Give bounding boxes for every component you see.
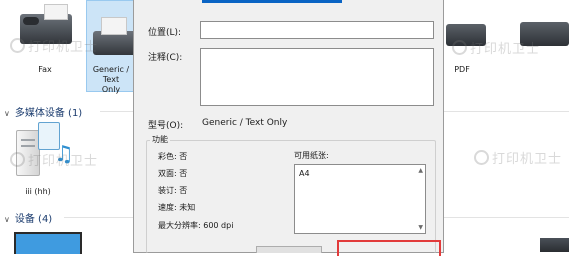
paper-label: 可用纸张:	[294, 151, 329, 160]
location-label: 位置(L):	[148, 28, 182, 38]
device-icon-bottom-right	[540, 238, 569, 252]
selected-tab-indicator	[202, 0, 342, 3]
watermark: 打印机卫士	[474, 148, 562, 167]
comment-field[interactable]	[200, 48, 434, 106]
feature-staple: 装订: 否	[158, 186, 188, 195]
section-divider	[100, 111, 134, 112]
feature-speed: 速度: 未知	[158, 203, 196, 212]
section-multimedia-title: 多媒体设备 (1)	[14, 108, 83, 119]
section-divider	[443, 217, 569, 218]
features-title: 功能	[150, 134, 170, 145]
device-label-generic: Generic / Text Only	[92, 65, 130, 94]
section-devices-title: 设备 (4)	[14, 214, 53, 225]
feature-duplex: 双面: 否	[158, 169, 188, 178]
section-devices[interactable]: ∨ 设备 (4)	[4, 210, 52, 225]
section-divider	[64, 217, 134, 218]
chevron-down-icon: ∨	[4, 215, 10, 224]
watermark: 打印机卫士	[10, 150, 98, 169]
section-divider	[443, 111, 569, 112]
printer-icon	[93, 17, 137, 55]
section-multimedia[interactable]: ∨ 多媒体设备 (1)	[4, 104, 82, 119]
watermark: 打印机卫士	[10, 36, 98, 55]
monitor-icon	[14, 232, 82, 254]
feature-color: 彩色: 否	[158, 152, 188, 161]
device-label-media: iii (hh)	[25, 187, 51, 196]
scroll-up-icon[interactable]: ▲	[418, 167, 423, 174]
comment-label: 注释(C):	[148, 53, 183, 63]
model-label: 型号(O):	[148, 121, 184, 131]
watermark: 打印机卫士	[452, 38, 540, 57]
device-label-pdf: PDF	[454, 65, 470, 74]
chevron-down-icon: ∨	[4, 109, 10, 118]
highlight-box	[337, 240, 441, 256]
model-value: Generic / Text Only	[202, 118, 288, 128]
scroll-down-icon[interactable]: ▼	[418, 224, 423, 231]
paper-item[interactable]: A4	[299, 169, 310, 178]
location-field[interactable]	[200, 21, 434, 39]
printer-properties-dialog: 位置(L): 注释(C): 型号(O): Generic / Text Only…	[134, 0, 443, 256]
paper-list[interactable]: A4 ▲ ▼	[294, 164, 426, 234]
feature-max-resolution: 最大分辨率: 600 dpi	[158, 221, 234, 230]
device-label-fax: Fax	[38, 65, 52, 74]
